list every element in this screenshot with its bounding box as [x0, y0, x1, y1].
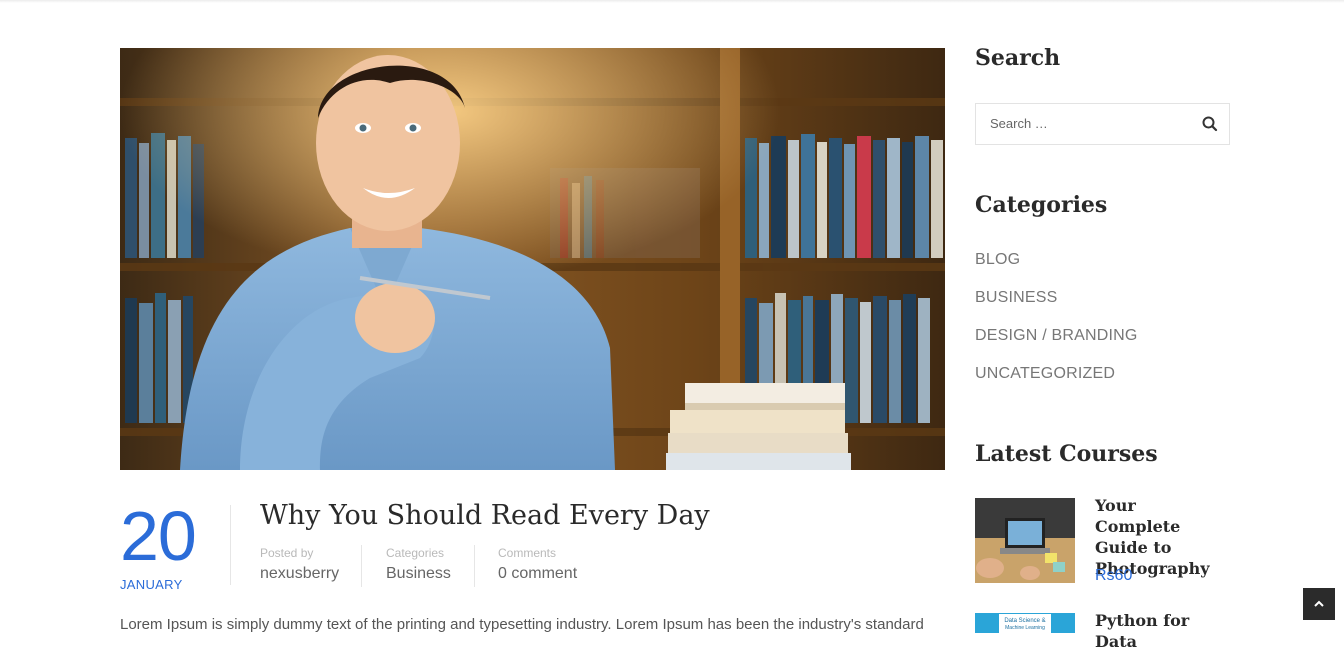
category-link-uncategorized[interactable]: UNCATEGORIZED [975, 365, 1115, 383]
category-link-design-branding[interactable]: DESIGN / BRANDING [975, 327, 1138, 345]
category-link-business[interactable]: BUSINESS [975, 289, 1058, 307]
meta-divider [361, 545, 362, 587]
header-shadow [0, 0, 1344, 3]
categories-widget-title: Categories [975, 192, 1108, 218]
post-author[interactable]: nexusberry [260, 565, 339, 583]
back-to-top-button[interactable] [1303, 588, 1335, 620]
search-icon[interactable] [1201, 115, 1219, 133]
search-form [975, 103, 1230, 145]
course-thumbnail[interactable] [975, 498, 1075, 583]
post-meta-author: Posted by nexusberry [260, 546, 339, 583]
meta-divider [474, 545, 475, 587]
post-date-day: 20 [120, 497, 197, 575]
post-comments[interactable]: 0 comment [498, 565, 577, 583]
course-thumb-text: Data Science & [1004, 618, 1045, 624]
search-input[interactable] [990, 116, 1190, 131]
post-meta-category: Categories Business [386, 546, 451, 583]
post-date-month: JANUARY [120, 577, 183, 592]
category-link-blog[interactable]: BLOG [975, 251, 1020, 269]
comments-label: Comments [498, 546, 557, 560]
course-thumbnail[interactable]: Data Science & Machine Learning [975, 613, 1075, 633]
course-title[interactable]: Python for Data [1095, 610, 1225, 652]
chevron-up-icon [1303, 588, 1335, 625]
posted-by-label: Posted by [260, 546, 314, 560]
post-title[interactable]: Why You Should Read Every Day [260, 500, 710, 531]
course-thumb-text: Machine Learning [1005, 625, 1045, 631]
categories-label: Categories [386, 546, 445, 560]
post-excerpt: Lorem Ipsum is simply dummy text of the … [120, 616, 924, 633]
latest-courses-widget-title: Latest Courses [975, 441, 1158, 467]
date-divider [230, 505, 231, 585]
post-featured-image[interactable] [120, 48, 945, 470]
search-widget-title: Search [975, 45, 1061, 71]
course-price: Rs60 [1095, 567, 1133, 584]
post-category[interactable]: Business [386, 565, 451, 583]
post-meta-comments: Comments 0 comment [498, 546, 577, 583]
